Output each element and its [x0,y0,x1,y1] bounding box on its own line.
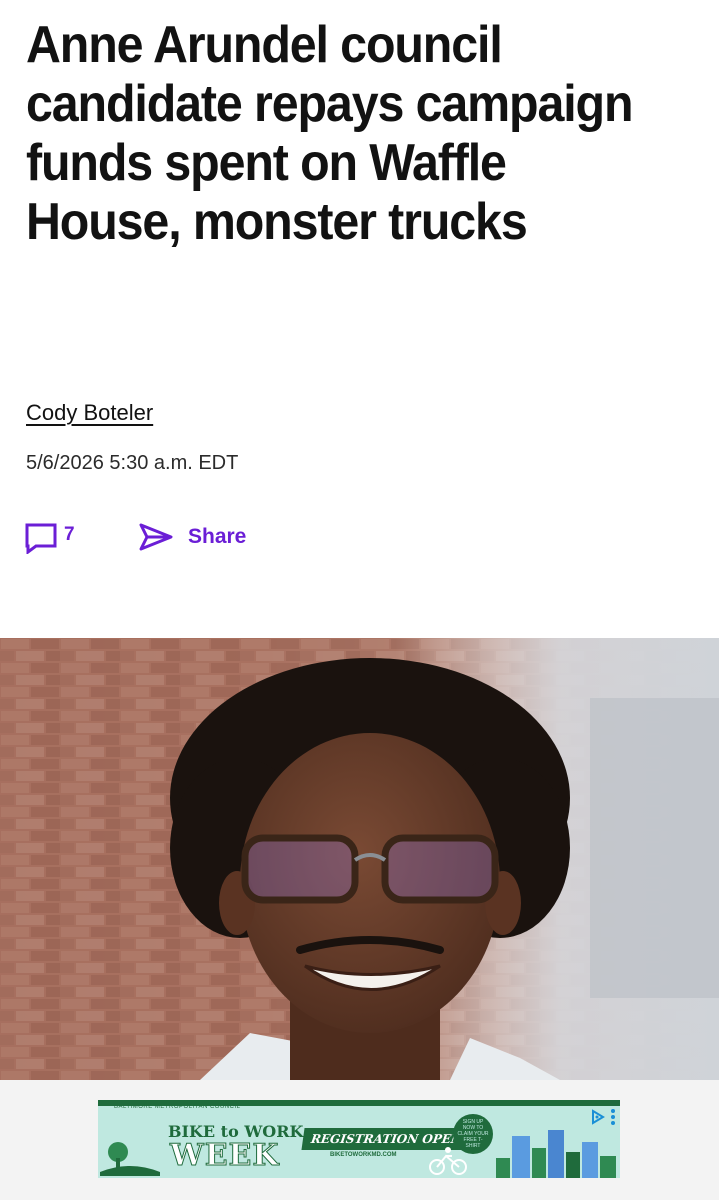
ad-controls [590,1108,616,1126]
hero-image [0,638,719,1080]
portrait-illustration [0,638,719,1080]
share-label: Share [188,525,247,548]
author-link[interactable]: Cody Boteler [26,400,153,426]
adchoices-icon[interactable] [590,1109,606,1125]
ad-banner[interactable]: BALTIMORE METROPOLITAN COUNCIL BIKE to W… [98,1100,620,1178]
article-headline: Anne Arundel council candidate repays ca… [26,16,634,251]
ad-container: BALTIMORE METROPOLITAN COUNCIL BIKE to W… [0,1080,719,1200]
comment-icon [25,523,57,554]
ad-url: BIKETOWORKMD.COM [330,1152,397,1158]
comment-count: 7 [64,524,75,545]
publish-timestamp: 5/6/2026 5:30 a.m. EDT [26,452,239,474]
share-button[interactable]: Share [138,522,246,552]
ad-badge: SIGN UP NOW TO CLAIM YOUR FREE T-SHIRT [453,1114,493,1154]
article-actions: 7 Share [24,520,424,560]
ad-more-options-icon[interactable] [610,1108,616,1126]
ad-sponsor-text: BALTIMORE METROPOLITAN COUNCIL [114,1104,241,1110]
ad-title-line2: WEEK [170,1138,280,1174]
share-icon [139,523,173,551]
comments-button[interactable]: 7 [24,522,75,554]
ad-tree-icon [100,1142,160,1176]
ad-skyline-icon [496,1130,616,1178]
